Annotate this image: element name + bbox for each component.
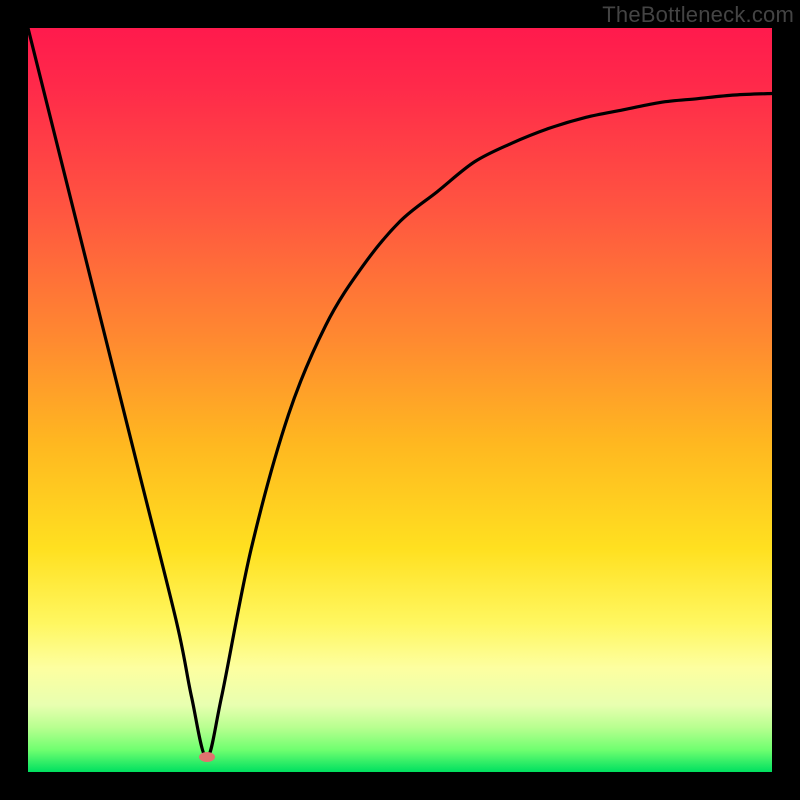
plot-area [28,28,772,772]
bottleneck-curve [28,28,772,772]
minimum-marker [199,752,215,762]
watermark-text: TheBottleneck.com [602,2,794,28]
chart-frame: TheBottleneck.com [0,0,800,800]
